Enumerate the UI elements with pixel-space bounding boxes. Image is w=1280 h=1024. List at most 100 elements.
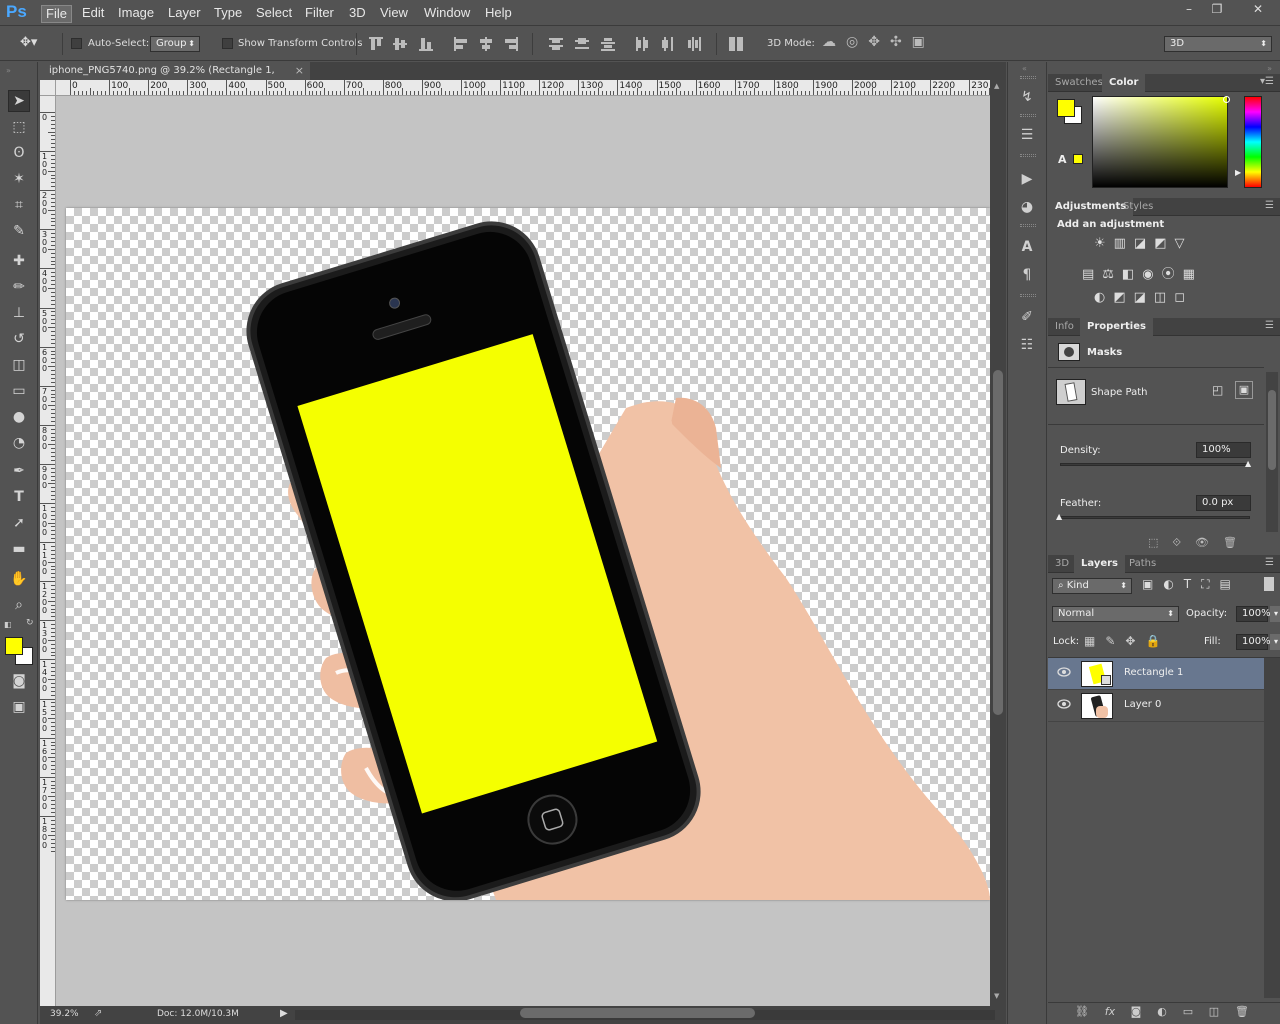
link-layers-icon[interactable]: ⛓ bbox=[1074, 1005, 1090, 1019]
3d-materials-icon[interactable]: ◕ bbox=[1016, 196, 1038, 218]
panels-collapse-icon[interactable]: » bbox=[1267, 64, 1272, 73]
distribute-vertical-centers-icon[interactable] bbox=[574, 36, 590, 52]
tool-presets-icon[interactable]: ✐ bbox=[1016, 306, 1038, 328]
gamut-color-swatch[interactable] bbox=[1073, 154, 1083, 164]
menu-3d[interactable]: 3D bbox=[345, 5, 370, 23]
ruler-corner[interactable] bbox=[40, 80, 56, 96]
tab-info[interactable]: Info bbox=[1048, 318, 1081, 336]
adjustment-icons-row-1[interactable]: ☀▥◪◩▽ bbox=[1094, 236, 1193, 251]
tab-paths[interactable]: Paths bbox=[1122, 555, 1163, 573]
brush-presets-icon[interactable]: ☷ bbox=[1016, 334, 1038, 356]
move-tool-icon[interactable]: ➤ bbox=[8, 90, 30, 112]
toolbox-collapse-icon[interactable]: » bbox=[6, 66, 11, 75]
feather-slider[interactable] bbox=[1060, 516, 1250, 519]
density-slider[interactable] bbox=[1060, 463, 1250, 466]
menu-filter[interactable]: Filter bbox=[301, 5, 338, 23]
panel-menu-icon[interactable]: ☰ bbox=[1265, 200, 1274, 211]
crop-tool-icon[interactable]: ⌗ bbox=[8, 194, 30, 216]
density-input[interactable]: 100% bbox=[1196, 442, 1251, 458]
scroll-up-icon[interactable]: ▲ bbox=[994, 82, 999, 90]
layer-kind-filter[interactable]: ⌕ Kind ⬍ bbox=[1052, 578, 1132, 594]
filter-toggle-switch[interactable] bbox=[1264, 577, 1274, 591]
align-horizontal-centers-icon[interactable] bbox=[478, 36, 494, 52]
blend-mode-dropdown[interactable]: Normal ⬍ bbox=[1052, 606, 1179, 622]
adjustment-layer-icon[interactable]: ◐ bbox=[1154, 1005, 1170, 1019]
screen-mode-icon[interactable]: ▣ bbox=[8, 696, 30, 718]
new-group-icon[interactable]: ▭ bbox=[1180, 1005, 1196, 1019]
panel-menu-icon[interactable]: ☰ bbox=[1265, 320, 1274, 331]
paragraph-panel-icon[interactable]: ¶ bbox=[1016, 264, 1038, 286]
color-picker-field[interactable] bbox=[1092, 96, 1228, 188]
color-picker-handle[interactable] bbox=[1223, 96, 1230, 103]
color-panel-foreground-swatch[interactable] bbox=[1057, 99, 1075, 117]
document-tab[interactable]: iphone_PNG5740.png @ 39.2% (Rectangle 1,… bbox=[40, 62, 310, 94]
move-tool-preset-icon[interactable]: ✥▾ bbox=[20, 35, 48, 53]
pen-tool-icon[interactable]: ✒ bbox=[8, 460, 30, 482]
menu-image[interactable]: Image bbox=[114, 5, 158, 23]
properties-scrollbar[interactable] bbox=[1266, 372, 1278, 532]
dock-collapse-icon[interactable]: « bbox=[1022, 64, 1027, 73]
tab-3d[interactable]: 3D bbox=[1048, 555, 1076, 573]
adjustment-icons-row-3[interactable]: ◐◩◪◫◻ bbox=[1094, 290, 1193, 305]
align-vertical-centers-icon[interactable] bbox=[392, 36, 408, 52]
default-colors-icon[interactable]: ◧ bbox=[4, 620, 12, 629]
eyedropper-tool-icon[interactable]: ✎ bbox=[8, 220, 30, 242]
close-tab-icon[interactable]: × bbox=[295, 62, 304, 80]
tab-color[interactable]: Color bbox=[1102, 74, 1146, 92]
layer-filter-icons[interactable]: ▣◐T⛶▤ bbox=[1142, 577, 1241, 592]
3d-mode-icons[interactable]: ☁◎✥✣▣ bbox=[822, 34, 935, 50]
align-right-edges-icon[interactable] bbox=[503, 36, 519, 52]
marquee-tool-icon[interactable]: ⬚ bbox=[8, 116, 30, 138]
menu-type[interactable]: Type bbox=[210, 5, 246, 23]
fill-input[interactable]: 100% bbox=[1236, 634, 1271, 650]
align-left-edges-icon[interactable] bbox=[453, 36, 469, 52]
gradient-tool-icon[interactable]: ▭ bbox=[8, 380, 30, 402]
tab-swatches[interactable]: Swatches bbox=[1048, 74, 1110, 92]
layer-row[interactable]: Rectangle 1 bbox=[1048, 658, 1264, 690]
type-tool-icon[interactable]: T bbox=[8, 486, 30, 508]
auto-select-dropdown[interactable]: Group ⬍ bbox=[150, 36, 200, 52]
restore-button[interactable]: ❐ bbox=[1204, 0, 1230, 18]
layers-scrollbar[interactable] bbox=[1264, 658, 1280, 998]
distribute-horizontal-centers-icon[interactable] bbox=[660, 36, 676, 52]
properties-footer-icons[interactable]: ⬚⟐👁🗑 bbox=[1148, 536, 1251, 550]
opacity-input[interactable]: 100% bbox=[1236, 606, 1271, 622]
menu-window[interactable]: Window bbox=[420, 5, 474, 23]
tab-layers[interactable]: Layers bbox=[1074, 555, 1125, 573]
share-icon[interactable]: ⇗ bbox=[94, 1008, 102, 1019]
swap-colors-icon[interactable]: ↻ bbox=[26, 618, 34, 628]
distribute-top-icon[interactable] bbox=[548, 36, 564, 52]
scroll-down-icon[interactable]: ▼ bbox=[994, 992, 999, 1000]
history-panel-icon[interactable]: ↯ bbox=[1016, 86, 1038, 108]
magic-wand-tool-icon[interactable]: ✶ bbox=[8, 168, 30, 190]
auto-align-layers-icon[interactable] bbox=[728, 36, 744, 52]
clone-stamp-tool-icon[interactable]: ⊥ bbox=[8, 302, 30, 324]
zoom-level[interactable]: 39.2% bbox=[50, 1009, 79, 1019]
feather-slider-handle[interactable]: ▲ bbox=[1056, 512, 1062, 521]
distribute-right-icon[interactable] bbox=[686, 36, 702, 52]
character-panel-icon[interactable]: A bbox=[1016, 236, 1038, 258]
auto-select-checkbox[interactable] bbox=[71, 38, 82, 49]
add-pixel-mask-icon[interactable]: ◰ bbox=[1212, 383, 1223, 397]
lasso-tool-icon[interactable]: ʘ bbox=[8, 142, 30, 164]
dodge-tool-icon[interactable]: ◔ bbox=[8, 432, 30, 454]
fill-dropdown-icon[interactable]: ▾ bbox=[1270, 634, 1280, 650]
show-transform-checkbox[interactable] bbox=[222, 38, 233, 49]
document-canvas[interactable] bbox=[66, 208, 990, 900]
status-menu-arrow-icon[interactable]: ▶ bbox=[280, 1008, 288, 1019]
eraser-tool-icon[interactable]: ◫ bbox=[8, 354, 30, 376]
lock-icons[interactable]: ▦✎✥🔒 bbox=[1084, 634, 1170, 648]
distribute-bottom-icon[interactable] bbox=[600, 36, 616, 52]
canvas-workarea[interactable] bbox=[56, 96, 990, 1006]
foreground-color-swatch[interactable] bbox=[5, 637, 23, 655]
blur-tool-icon[interactable]: ● bbox=[8, 406, 30, 428]
vertical-scrollbar[interactable]: ▲ ▼ bbox=[990, 80, 1006, 1006]
vertical-scrollbar-thumb[interactable] bbox=[993, 370, 1003, 715]
opacity-dropdown-icon[interactable]: ▾ bbox=[1270, 606, 1280, 622]
minimize-button[interactable]: – bbox=[1176, 0, 1202, 18]
feather-input[interactable]: 0.0 px bbox=[1196, 495, 1251, 511]
align-top-edges-icon[interactable] bbox=[368, 36, 384, 52]
panel-menu-icon[interactable]: ☰ bbox=[1265, 557, 1274, 568]
new-layer-icon[interactable]: ◫ bbox=[1206, 1005, 1222, 1019]
healing-brush-tool-icon[interactable]: ✚ bbox=[8, 250, 30, 272]
